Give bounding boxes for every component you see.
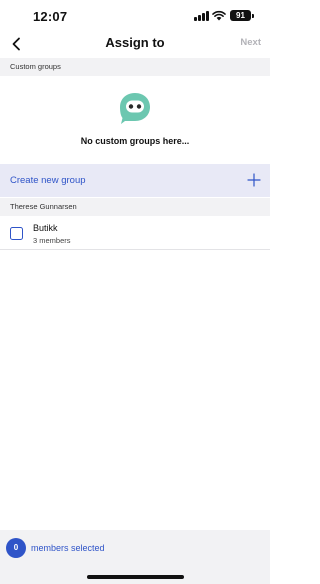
- custom-groups-header: Custom groups: [0, 58, 270, 76]
- battery-icon: 91: [230, 10, 251, 21]
- home-indicator: [87, 575, 184, 579]
- owner-section-header: Therese Gunnarsen: [0, 198, 270, 216]
- back-button[interactable]: [6, 32, 26, 56]
- chat-bot-icon: [120, 93, 150, 124]
- create-new-group-button[interactable]: Create new group: [0, 164, 270, 197]
- next-button[interactable]: Next: [240, 37, 261, 48]
- status-time: 12:07: [33, 9, 68, 24]
- group-row-butikk[interactable]: Butikk 3 members: [0, 217, 270, 250]
- group-name: Butikk: [33, 223, 58, 233]
- plus-icon: [247, 173, 261, 187]
- wifi-icon: [212, 10, 226, 21]
- group-member-count: 3 members: [33, 236, 71, 245]
- selected-count-badge: 0: [6, 538, 26, 558]
- members-selected-label: members selected: [31, 543, 105, 553]
- group-checkbox[interactable]: [10, 227, 23, 240]
- battery-tip: [252, 13, 254, 18]
- empty-state: No custom groups here...: [0, 76, 270, 164]
- chevron-left-icon: [12, 37, 20, 51]
- status-bar: 12:07 91: [0, 0, 270, 32]
- create-new-group-label: Create new group: [10, 175, 86, 186]
- nav-bar: Assign to Next: [0, 32, 270, 56]
- empty-state-text: No custom groups here...: [80, 136, 190, 146]
- page-title: Assign to: [105, 35, 165, 50]
- cellular-signal-icon: [194, 11, 209, 21]
- selection-footer: 0 members selected: [0, 530, 270, 584]
